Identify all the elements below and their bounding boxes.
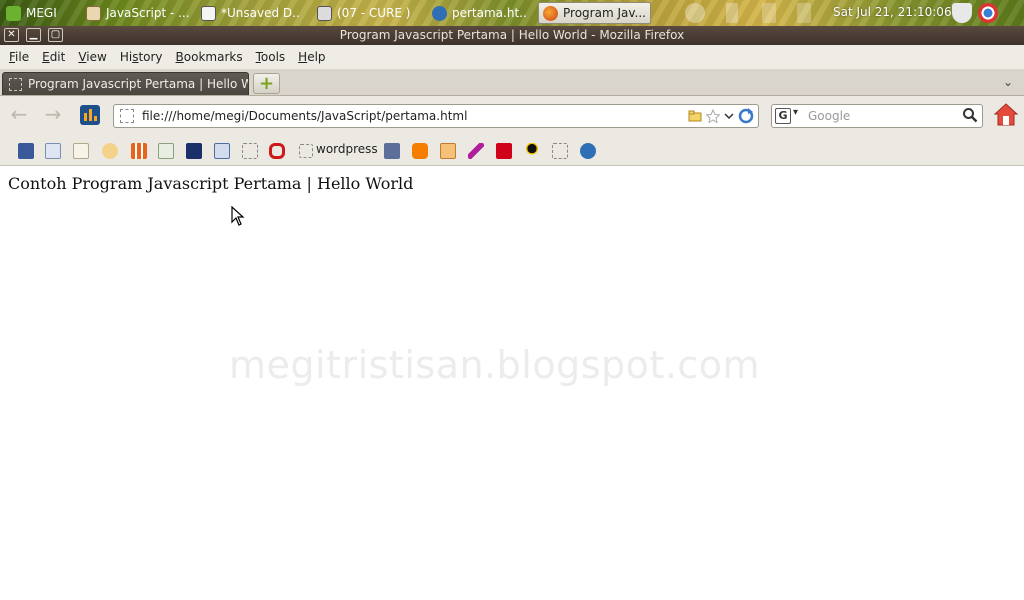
wp-bookmark-icon[interactable]	[496, 143, 512, 159]
page-heading: Contoh Program Javascript Pertama | Hell…	[8, 174, 414, 193]
volume-icon[interactable]	[762, 3, 776, 23]
tab-label: Program Javascript Pertama | Hello Wo...	[28, 77, 249, 91]
site-identity-icon[interactable]	[120, 109, 134, 123]
facebook-bookmark-icon[interactable]	[18, 143, 34, 159]
taskbar-item-label: MEGI	[26, 6, 57, 20]
battery-icon[interactable]	[726, 3, 738, 23]
menu-accel-key: E	[42, 50, 50, 64]
menu-accel-key: B	[175, 50, 184, 64]
menu-help[interactable]: Help	[293, 50, 330, 64]
taskbar-item-label: (07 - CURE )	[337, 6, 411, 20]
menu-bar: File Edit View History Bookmarks Tools H…	[0, 45, 1024, 69]
panel-clock[interactable]: Sat Jul 21, 21:10:06	[833, 5, 952, 19]
music-player-icon	[317, 5, 332, 21]
folder-icon[interactable]	[688, 110, 702, 122]
menu-label: Hi	[119, 50, 133, 64]
star-bookmark-icon[interactable]	[73, 143, 89, 159]
menu-bookmarks[interactable]: Bookmarks	[171, 50, 248, 64]
bookmark-icon-2[interactable]	[45, 143, 61, 159]
taskbar-item-label: pertama.ht...	[452, 6, 528, 20]
url-text[interactable]: file:///home/megi/Documents/JavaScript/p…	[142, 109, 467, 123]
search-input[interactable]: Google	[808, 109, 850, 123]
menu-label: dit	[49, 50, 66, 64]
menu-label: tory	[138, 50, 163, 64]
taskbar-item-music[interactable]: (07 - CURE )	[313, 2, 413, 24]
url-dropdown-icon[interactable]	[724, 111, 734, 121]
page-content: Contoh Program Javascript Pertama | Hell…	[0, 167, 1024, 600]
search-engine-dropdown-icon[interactable]: ▾	[793, 107, 798, 118]
mouse-cursor-icon	[231, 206, 245, 226]
taskbar-item-megi[interactable]: MEGI	[2, 2, 64, 24]
opera-bookmark-icon[interactable]	[269, 143, 285, 159]
window-title-bar: ✕ ▁ ▢ Program Javascript Pertama | Hello…	[0, 26, 1024, 45]
mail-icon[interactable]	[797, 3, 811, 23]
menu-label: ools	[260, 50, 286, 64]
new-tab-button[interactable]: +	[253, 73, 280, 94]
back-button[interactable]: ←	[6, 104, 32, 126]
taskbar-item-pertama[interactable]: pertama.ht...	[428, 2, 528, 24]
menu-label: ile	[15, 50, 30, 64]
menu-accel-key: H	[298, 50, 308, 64]
wordpress-bookmark-label[interactable]: wordpress	[316, 142, 378, 156]
taskbar-item-text-editor[interactable]: *Unsaved D...	[197, 2, 301, 24]
bookmark-icon-14[interactable]	[440, 143, 456, 159]
wordpress-bookmark-icon[interactable]	[299, 144, 313, 158]
desktop-screen: MEGI JavaScript - ... *Unsaved D... (07 …	[0, 0, 1024, 600]
feather-bookmark-icon[interactable]	[468, 143, 484, 159]
forward-button[interactable]: →	[40, 104, 66, 126]
taskbar-item-label: JavaScript - ...	[106, 6, 190, 20]
window-title: Program Javascript Pertama | Hello World…	[339, 28, 685, 42]
bookmarks-toolbar: wordpress	[0, 134, 1024, 166]
network-icon[interactable]	[685, 3, 705, 23]
list-all-tabs-button[interactable]: ⌄	[1003, 75, 1013, 89]
tab-strip: Program Javascript Pertama | Hello Wo...…	[0, 69, 1024, 96]
menu-label: ookmarks	[183, 50, 243, 64]
home-icon[interactable]	[993, 102, 1019, 128]
menu-edit[interactable]: Edit	[37, 50, 70, 64]
grid-bookmark-icon[interactable]	[131, 143, 147, 159]
menu-history[interactable]: History	[115, 50, 168, 64]
blank-bookmark-icon[interactable]	[242, 143, 258, 159]
shield-icon[interactable]	[952, 3, 972, 23]
stats-addon-icon[interactable]	[80, 105, 100, 125]
folder-icon	[86, 5, 101, 21]
globe-bookmark-icon[interactable]	[580, 143, 596, 159]
menu-tools[interactable]: Tools	[251, 50, 291, 64]
watermark-text: megitristisan.blogspot.com	[229, 343, 761, 387]
bookmark-icon-6[interactable]	[158, 143, 174, 159]
page-favicon-icon	[9, 77, 22, 91]
url-bar[interactable]: file:///home/megi/Documents/JavaScript/p…	[113, 104, 759, 128]
taskbar-item-javascript[interactable]: JavaScript - ...	[82, 2, 190, 24]
blank-bookmark-icon-2[interactable]	[552, 143, 568, 159]
menu-view[interactable]: View	[73, 50, 111, 64]
search-bar[interactable]: G ▾ Google	[771, 104, 983, 128]
browser-globe-icon	[432, 5, 447, 21]
taskbar-item-firefox[interactable]: Program Jav...	[538, 2, 651, 24]
desktop-top-panel: MEGI JavaScript - ... *Unsaved D... (07 …	[0, 0, 1024, 26]
firefox-icon	[543, 5, 558, 21]
search-engine-icon[interactable]: G	[775, 108, 791, 124]
url-bar-actions	[688, 108, 754, 124]
taskbar-item-label: *Unsaved D...	[221, 6, 301, 20]
blogger-bookmark-icon[interactable]	[412, 143, 428, 159]
menu-file[interactable]: File	[4, 50, 34, 64]
bookmark-icon-4[interactable]	[102, 143, 118, 159]
reload-icon[interactable]	[738, 108, 754, 124]
text-editor-icon	[201, 5, 216, 21]
tux-bookmark-icon[interactable]	[524, 143, 540, 159]
search-icon[interactable]	[962, 107, 978, 123]
tab-active[interactable]: Program Javascript Pertama | Hello Wo...	[2, 72, 249, 95]
menu-label: elp	[307, 50, 326, 64]
bookmark-icon-7[interactable]	[186, 143, 202, 159]
bookmark-icon-8[interactable]	[214, 143, 230, 159]
taskbar-item-label: Program Jav...	[563, 6, 646, 20]
af-bookmark-icon[interactable]	[384, 143, 400, 159]
bookmark-star-icon[interactable]	[706, 109, 720, 123]
app-launcher-icon	[6, 5, 21, 21]
chrome-icon[interactable]	[978, 3, 998, 23]
menu-label: iew	[86, 50, 107, 64]
